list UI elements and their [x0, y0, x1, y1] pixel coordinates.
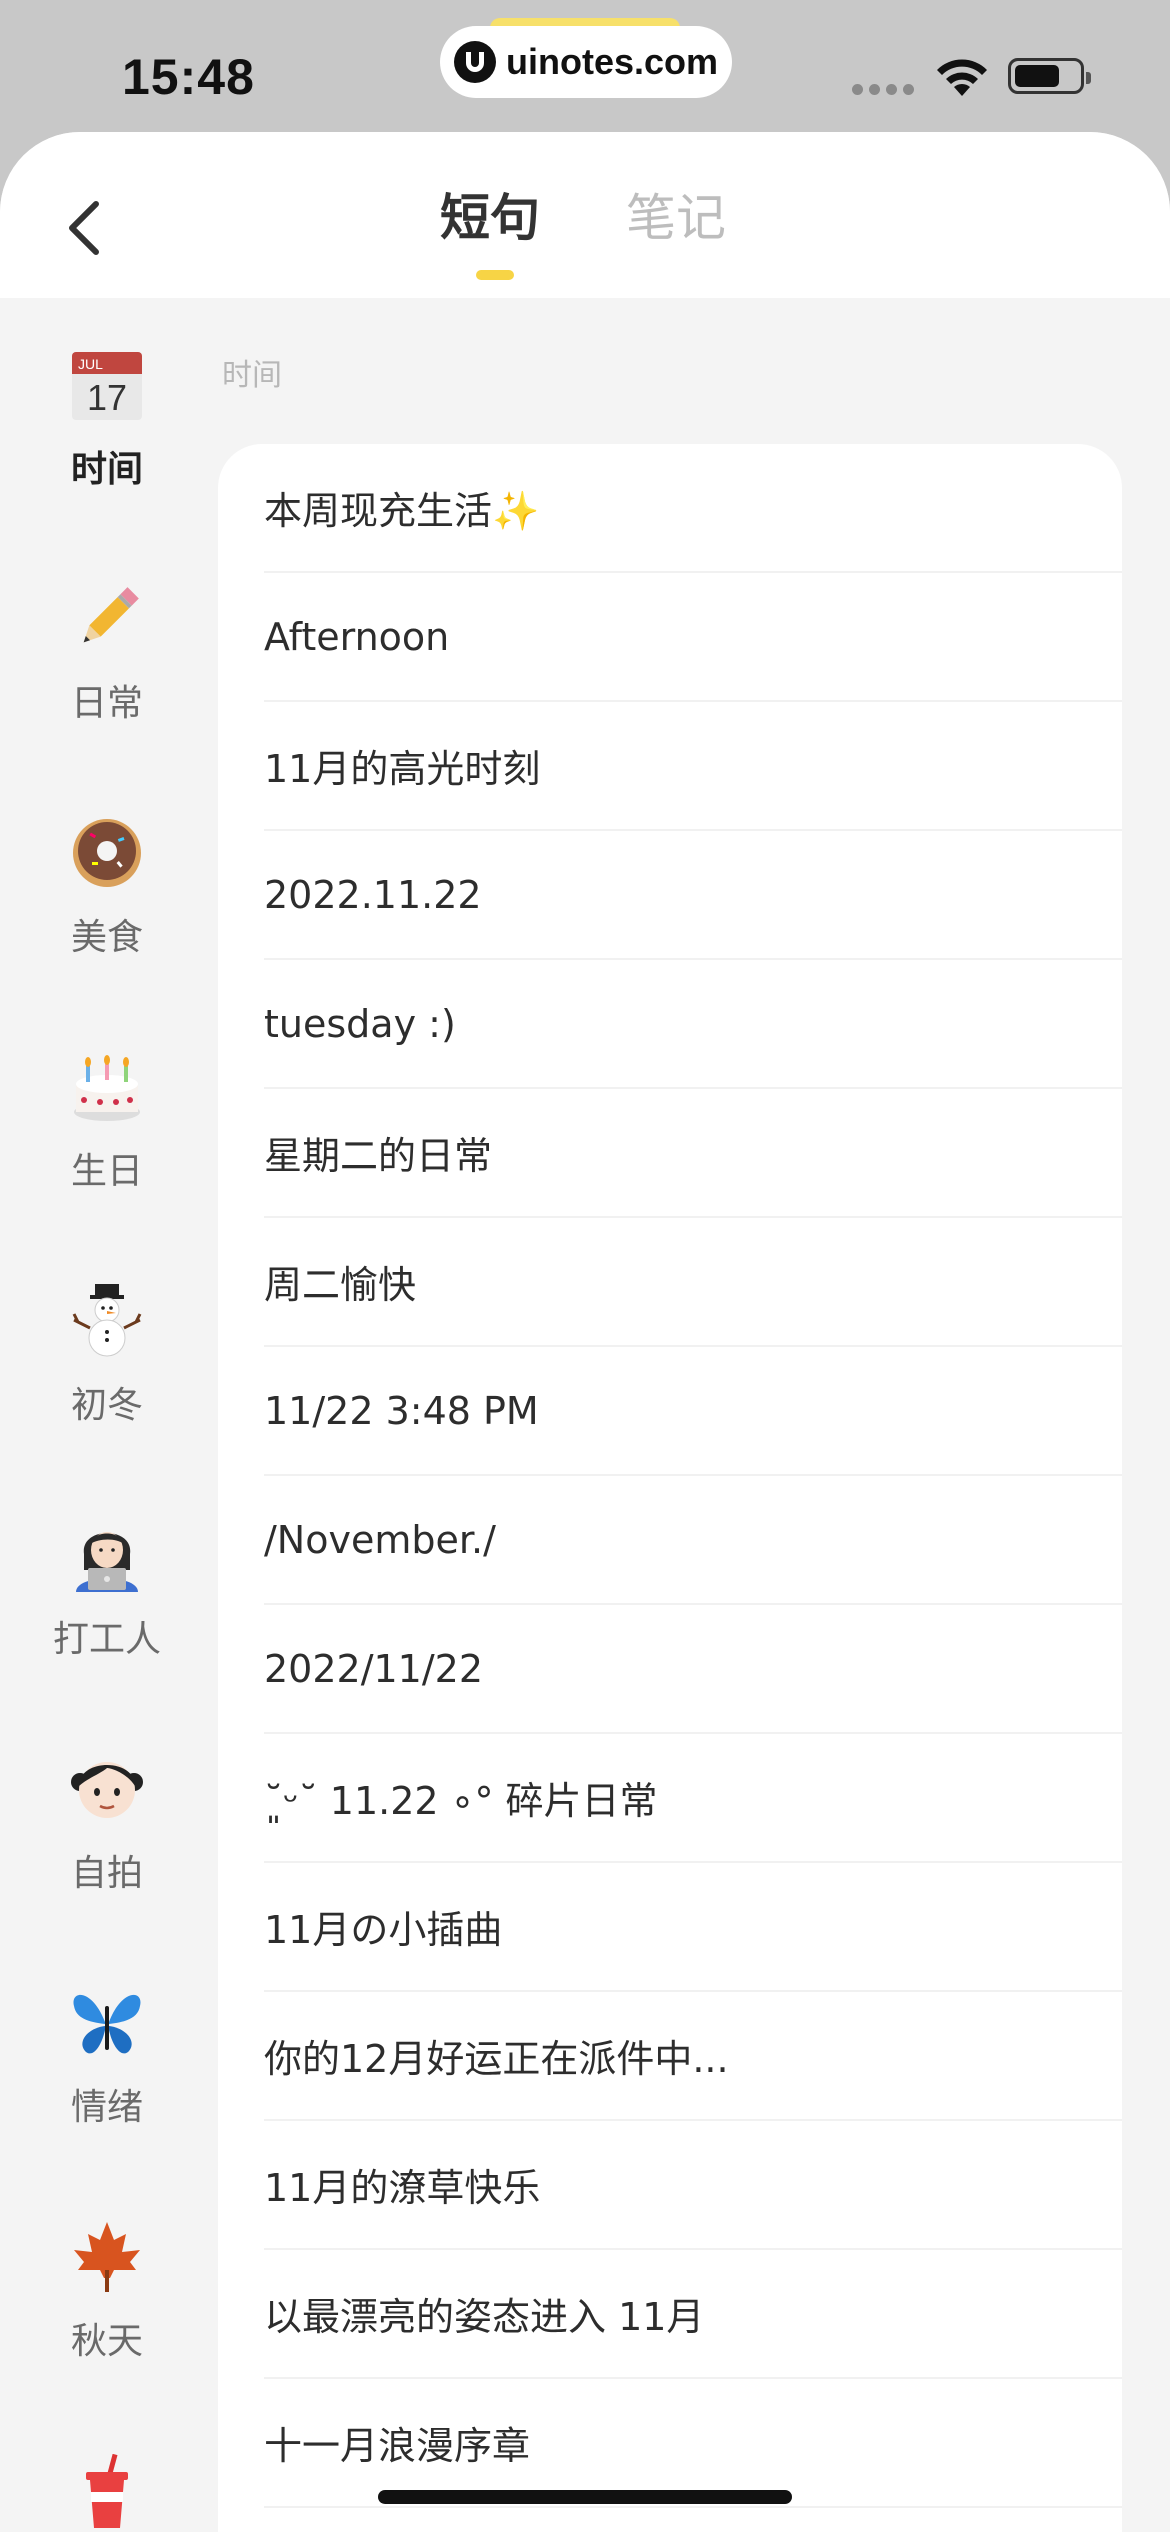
list-item[interactable]: 你的12月好运正在派件中...	[264, 1992, 1122, 2121]
list-item[interactable]: 11月の小插曲	[264, 1863, 1122, 1992]
list-item[interactable]: 11/22 3:48 PM	[264, 1347, 1122, 1476]
butterfly-icon	[68, 1984, 146, 2062]
section-label: 时间	[222, 358, 282, 393]
list-item[interactable]: 以最漂亮的姿态进入 11月	[264, 2250, 1122, 2379]
sidebar-item-early-winter[interactable]: 初冬	[0, 1234, 214, 1434]
phrase-sheet: 短句 笔记 JUL 17 时间 日常 美食 生日 初冬 打工人 自拍 情绪 秋天…	[0, 132, 1170, 2532]
list-item[interactable]: 2022.11.22	[264, 831, 1122, 960]
list-item[interactable]: 星期二的日常	[264, 1089, 1122, 1218]
list-item[interactable]: 2022/11/22	[264, 1605, 1122, 1734]
wifi-icon	[937, 59, 987, 96]
maple-leaf-icon	[68, 2218, 146, 2296]
list-item[interactable]: 十一月浪漫序章	[264, 2379, 1122, 2508]
snowman-icon	[68, 1282, 146, 1360]
status-bar: 15:48 uinotes.com	[0, 0, 1170, 135]
sidebar-item-label: 生日	[70, 1151, 143, 1192]
svg-text:17: 17	[87, 377, 127, 418]
sidebar-item-selfie[interactable]: 自拍	[0, 1702, 214, 1902]
sidebar-item-drink[interactable]	[0, 2404, 214, 2532]
calendar-icon: JUL 17	[68, 346, 146, 424]
sidebar-item-label: 美食	[70, 917, 143, 958]
sidebar-item-label: 打工人	[52, 1619, 161, 1660]
tab-short-phrases[interactable]: 短句	[440, 178, 540, 250]
sidebar-item-food[interactable]: 美食	[0, 766, 214, 966]
cake-icon	[68, 1048, 146, 1126]
list-item[interactable]: ˘͈ᵕ˘ 11.22 ∘° 碎片日常	[264, 1734, 1122, 1863]
sidebar-item-label: 秋天	[70, 2321, 143, 2362]
list-item[interactable]: 11月的潦草快乐	[264, 2121, 1122, 2250]
sidebar-item-worker[interactable]: 打工人	[0, 1468, 214, 1668]
list-item[interactable]: /November./	[264, 1476, 1122, 1605]
home-indicator	[378, 2490, 792, 2504]
donut-icon	[68, 814, 146, 892]
cellular-signal-icon	[852, 84, 914, 95]
pencil-icon	[68, 580, 146, 658]
sidebar-item-daily[interactable]: 日常	[0, 532, 214, 732]
list-item[interactable]: Afternoon	[264, 573, 1122, 702]
sidebar-item-label: 自拍	[70, 1853, 143, 1894]
sidebar-item-birthday[interactable]: 生日	[0, 1000, 214, 1200]
list-item[interactable]: tuesday :)	[264, 960, 1122, 1089]
tab-notes[interactable]: 笔记	[626, 178, 726, 250]
girl-face-icon	[68, 1750, 146, 1828]
drink-cup-icon	[68, 2452, 146, 2530]
list-item[interactable]: 周二愉快	[264, 1218, 1122, 1347]
sidebar-item-label: 时间	[70, 449, 143, 490]
sidebar-item-label: 情绪	[70, 2087, 143, 2128]
url-pill[interactable]: uinotes.com	[440, 26, 732, 98]
status-time: 15:48	[122, 49, 255, 105]
list-item[interactable]: 11月的高光时刻	[264, 702, 1122, 831]
list-item[interactable]: 本周现充生活✨	[264, 444, 1122, 573]
header: 短句 笔记	[0, 132, 1170, 298]
sidebar-item-mood[interactable]: 情绪	[0, 1936, 214, 2136]
sidebar-item-time[interactable]: JUL 17 时间	[0, 298, 214, 498]
uinotes-logo-icon	[454, 41, 496, 83]
technologist-icon	[68, 1516, 146, 1594]
svg-text:JUL: JUL	[78, 356, 103, 372]
sidebar-item-label: 初冬	[70, 1385, 143, 1426]
battery-icon	[1008, 58, 1091, 94]
phrase-list: 本周现充生活✨ Afternoon 11月的高光时刻 2022.11.22 tu…	[218, 444, 1122, 2532]
chevron-left-icon	[69, 201, 99, 255]
active-tab-indicator	[476, 270, 514, 280]
url-text: uinotes.com	[506, 41, 719, 82]
back-button[interactable]	[56, 188, 112, 268]
sidebar-item-autumn[interactable]: 秋天	[0, 2170, 214, 2370]
sidebar-item-label: 日常	[70, 683, 143, 724]
